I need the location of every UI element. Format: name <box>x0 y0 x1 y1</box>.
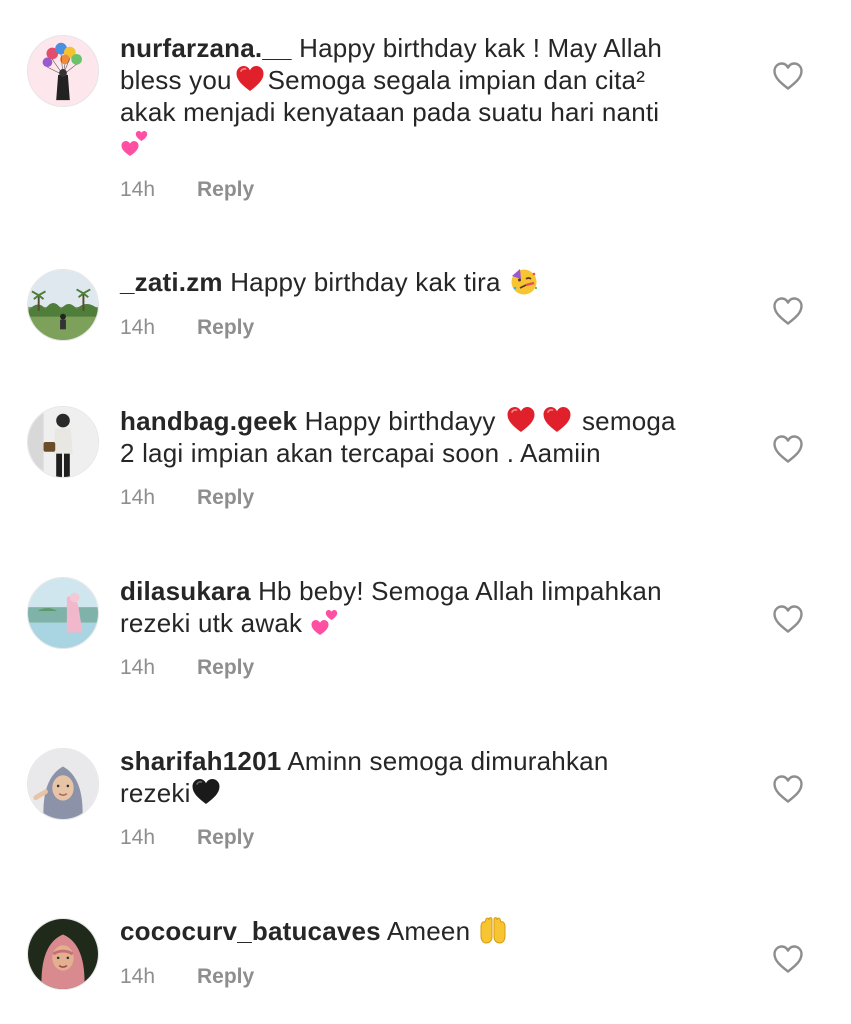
comment-text: bless you <box>120 65 232 95</box>
like-heart-icon[interactable] <box>772 604 804 634</box>
comment-meta: 14h Reply <box>120 316 254 340</box>
comment-username[interactable]: nurfarzana.__ <box>120 33 292 63</box>
reply-button[interactable]: Reply <box>197 486 254 509</box>
comment-username[interactable]: _zati.zm <box>120 267 223 297</box>
comment-body: _zati.zm Happy birthday kak tira <box>120 266 740 298</box>
red-heart-icon <box>542 405 572 435</box>
reply-button[interactable]: Reply <box>197 178 254 201</box>
black-heart-icon <box>191 777 221 807</box>
comment-text: Happy birthdayy <box>304 406 496 436</box>
like-heart-icon[interactable] <box>772 61 804 91</box>
comment-time: 14h <box>120 656 156 679</box>
comment-text: semoga <box>581 406 676 436</box>
partying-face-icon <box>509 266 539 296</box>
red-heart-icon <box>235 64 265 94</box>
comment-time: 14h <box>120 178 156 201</box>
reply-button[interactable]: Reply <box>197 965 254 988</box>
open-hands-icon <box>478 915 508 945</box>
red-heart-icon <box>506 405 536 435</box>
comment-body: sharifah1201 Aminn semoga dimurahkan rez… <box>120 745 740 809</box>
balloons-avatar-icon <box>28 36 98 106</box>
reply-button[interactable]: Reply <box>197 656 254 679</box>
comment-time: 14h <box>120 826 156 849</box>
two-hearts-icon <box>310 607 340 637</box>
two-hearts-icon <box>120 128 150 158</box>
like-heart-icon[interactable] <box>772 434 804 464</box>
comment-username[interactable]: sharifah1201 <box>120 746 281 776</box>
comment-meta: 14h Reply <box>120 178 254 202</box>
person-avatar-icon <box>28 407 98 477</box>
avatar[interactable] <box>27 748 99 820</box>
comment-meta: 14h Reply <box>120 656 254 680</box>
comment-username[interactable]: handbag.geek <box>120 406 297 436</box>
comment-body: nurfarzana.__ Happy birthday kak ! May A… <box>120 32 740 160</box>
hijab-pink-avatar-icon <box>28 919 98 989</box>
avatar[interactable] <box>27 918 99 990</box>
comment-text: 2 lagi impian akan tercapai soon . Aamii… <box>120 438 601 468</box>
comment-meta: 14h Reply <box>120 965 254 989</box>
comment-text: rezeki utk awak <box>120 608 303 638</box>
like-heart-icon[interactable] <box>772 944 804 974</box>
comment-time: 14h <box>120 486 156 509</box>
comment-text: akak menjadi kenyataan pada suatu hari n… <box>120 97 660 127</box>
comment-text: Aminn semoga dimurahkan <box>287 746 609 776</box>
comment-text: Ameen <box>386 916 471 946</box>
like-heart-icon[interactable] <box>772 296 804 326</box>
comment-text: Happy birthday kak tira <box>230 267 501 297</box>
comment-text: Hb beby! Semoga Allah limpahkan <box>258 576 662 606</box>
comment-time: 14h <box>120 965 156 988</box>
avatar[interactable] <box>27 269 99 341</box>
avatar[interactable] <box>27 577 99 649</box>
comment-username[interactable]: cococurv_batucaves <box>120 916 381 946</box>
comment-username[interactable]: dilasukara <box>120 576 251 606</box>
comment-body: dilasukara Hb beby! Semoga Allah limpahk… <box>120 575 740 639</box>
comment-text: Semoga segala impian dan cita² <box>267 65 646 95</box>
landscape-avatar-icon <box>28 270 98 340</box>
reply-button[interactable]: Reply <box>197 826 254 849</box>
comment-text: Happy birthday kak ! May Allah <box>299 33 663 63</box>
comment-text: rezeki <box>120 778 191 808</box>
comment-meta: 14h Reply <box>120 486 254 510</box>
avatar[interactable] <box>27 406 99 478</box>
reply-button[interactable]: Reply <box>197 316 254 339</box>
hijab-avatar-icon <box>28 749 98 819</box>
comment-meta: 14h Reply <box>120 826 254 850</box>
comment-body: handbag.geek Happy birthdayy semoga 2 la… <box>120 405 740 469</box>
comment-time: 14h <box>120 316 156 339</box>
like-heart-icon[interactable] <box>772 774 804 804</box>
avatar[interactable] <box>27 35 99 107</box>
lake-avatar-icon <box>28 578 98 648</box>
comment-body: cococurv_batucaves Ameen <box>120 915 740 947</box>
